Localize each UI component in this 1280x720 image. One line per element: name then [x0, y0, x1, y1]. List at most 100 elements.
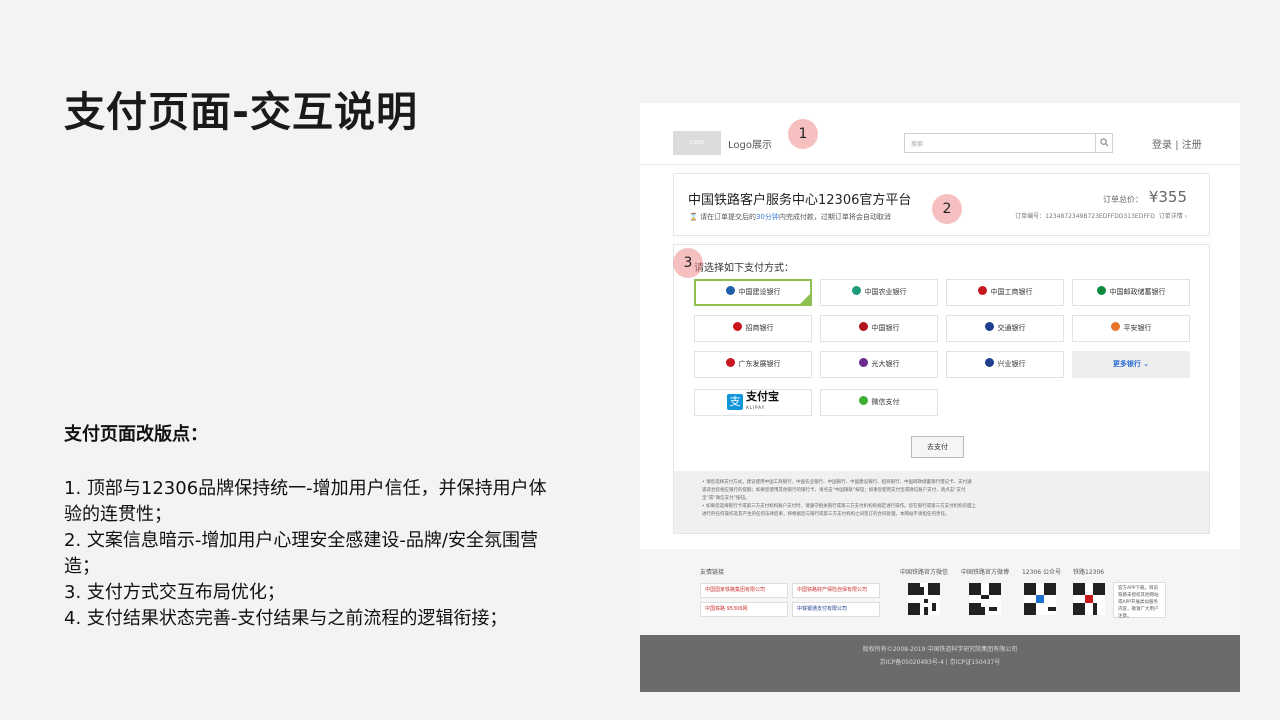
search-placeholder: 搜索	[911, 141, 924, 148]
annotation-badge-1: 1	[788, 119, 818, 149]
bank-option-ccb[interactable]: 中国建设银行	[694, 279, 812, 306]
bank-label: 交通银行	[997, 324, 1026, 332]
alipay-icon: 支	[727, 394, 743, 410]
order-title: 中国铁路客户服务中心12306官方平台	[688, 193, 912, 208]
note-item-3: 3. 支付方式交互布局优化；	[64, 582, 285, 603]
tip-before: 请在订单提交后的	[699, 213, 756, 221]
cgb-icon	[725, 358, 735, 367]
bank-option-pingan[interactable]: 平安银行	[1072, 315, 1190, 342]
order-number-text: 订单编号：1234872349B723EDFFDD313EDFFD	[1015, 213, 1155, 220]
bank-label: 兴业银行	[997, 360, 1026, 368]
qr-code-icon	[1024, 583, 1056, 615]
notice-line: 宝”或“微信支付”按钮。	[702, 496, 750, 501]
icp-line: 京ICP备05020493号-4 | 京ICP证150437号	[879, 659, 1001, 666]
boc-icon	[858, 322, 868, 331]
slide: 支付页面-交互说明 支付页面改版点： 1. 顶部与12306品牌保持统一-增加用…	[0, 0, 1280, 720]
alipay-sub: ALIPAY	[746, 405, 766, 410]
order-tip: ⌛ 请在订单提交后的30分钟内完成付款，过期订单将会自动取消	[689, 212, 891, 222]
order-number: 订单编号：1234872349B723EDFFDD313EDFFD 订单详情 ›	[1015, 211, 1187, 220]
logo-text: Logo展示	[728, 140, 772, 151]
site-footer: 版权所有©2008-2019 中国铁道科学研究院集团有限公司 京ICP备0502…	[640, 635, 1240, 692]
friend-link[interactable]: 中铁银通支付有限公司	[792, 602, 880, 617]
check-icon	[799, 293, 811, 305]
qr-label: 中国铁路官方微信	[900, 569, 949, 576]
qr-label: 铁路12306	[1073, 569, 1105, 576]
alipay-wordmark: 支付宝 ALIPAY	[746, 391, 779, 413]
more-banks-button[interactable]: 更多银行 ⌄	[1072, 351, 1190, 378]
bank-label: 中国银行	[871, 324, 900, 332]
bank-label: 招商银行	[745, 324, 774, 332]
icbc-icon	[977, 286, 987, 295]
friendly-links-area: 友情链接 中国国家铁路集团有限公司 中国铁路财产保险自保有限公司 中国铁路 95…	[640, 549, 1240, 635]
alipay-option[interactable]: 支支付宝 ALIPAY	[694, 389, 812, 416]
bank-option-boc[interactable]: 中国银行	[820, 315, 938, 342]
bank-label: 中国工商银行	[990, 288, 1033, 296]
payment-page-mockup: LOGO Logo展示 搜索 登录 | 注册 1 中国铁路客户服务中心12306…	[640, 103, 1240, 692]
tip-after: 内完成付款，过期订单将会自动取消	[778, 213, 891, 221]
copyright-line: 版权所有©2008-2019 中国铁道科学研究院集团有限公司	[862, 646, 1018, 653]
friend-link[interactable]: 中国铁路财产保险自保有限公司	[792, 583, 880, 598]
logo-placeholder[interactable]: LOGO	[673, 131, 721, 155]
bank-label: 中国邮政储蓄银行	[1109, 288, 1166, 296]
bank-label: 广东发展银行	[738, 360, 781, 368]
bank-option-cib[interactable]: 兴业银行	[946, 351, 1064, 378]
bank-option-icbc[interactable]: 中国工商银行	[946, 279, 1064, 306]
qr-label: 12306 公众号	[1022, 569, 1061, 576]
notes: 支付页面改版点： 1. 顶部与12306品牌保持统一-增加用户信任，并保持用户体…	[64, 420, 554, 632]
ccb-icon	[725, 286, 735, 295]
auth-separator: |	[1175, 140, 1179, 151]
notes-heading: 支付页面改版点：	[64, 424, 208, 445]
search-icon	[1100, 138, 1109, 147]
links-label: 友情链接	[700, 569, 725, 576]
bank-label: 中国农业银行	[864, 288, 907, 296]
notice-line: 进行的任何操作及其产生的任何法律后果，将根据您与银行或第三方支付机构之间签订的合…	[702, 512, 950, 517]
bank-option-cgb[interactable]: 广东发展银行	[694, 351, 812, 378]
payment-prompt: 请选择如下支付方式：	[694, 263, 794, 274]
annotation-badge-3: 3	[673, 248, 703, 278]
qr-code-icon	[1073, 583, 1105, 615]
bank-option-ceb[interactable]: 光大银行	[820, 351, 938, 378]
friend-link[interactable]: 中国国家铁路集团有限公司	[700, 583, 788, 598]
order-total-label: 订单总价：	[1103, 195, 1143, 204]
register-link[interactable]: 注册	[1182, 140, 1202, 151]
ceb-icon	[858, 358, 868, 367]
qr-code-icon	[908, 583, 940, 615]
search-input[interactable]: 搜索	[904, 133, 1113, 153]
notice-line: • 请您选择支付方式。建议使用中国工商银行、中国农业银行、中国银行、中国建设银行…	[702, 480, 972, 485]
slide-title: 支付页面-交互说明	[64, 88, 419, 136]
bank-label: 平安银行	[1123, 324, 1152, 332]
friend-link[interactable]: 中国铁路 95306网	[700, 602, 788, 617]
bocom-icon	[984, 322, 994, 331]
go-pay-button[interactable]: 去支付	[911, 436, 964, 458]
note-item-2: 2. 文案信息暗示-增加用户心理安全感建设-品牌/安全氛围营造；	[64, 530, 538, 577]
notice-line: 道适合您相应银行的提额；如果您使用其他银行的银行卡，请点击“中国银联”按钮；如果…	[702, 488, 966, 493]
annotation-badge-2: 2	[932, 194, 962, 224]
wechat-icon	[858, 396, 868, 405]
app-download-note: 官方APP下载，目前铁路未授权其他网站或APP开展类似服务内容，敬请广大用户注意…	[1113, 582, 1166, 619]
wechat-pay-option[interactable]: 微信支付	[820, 389, 938, 416]
bank-option-bocom[interactable]: 交通银行	[946, 315, 1064, 342]
order-detail-link[interactable]: 订单详情 ›	[1159, 213, 1187, 220]
cmb-icon	[732, 322, 742, 331]
qr-label: 中国铁路官方微博	[961, 569, 1010, 576]
note-item-4: 4. 支付结果状态完善-支付结果与之前流程的逻辑衔接；	[64, 608, 508, 629]
cib-icon	[984, 358, 994, 367]
payment-notice: • 请您选择支付方式。建议使用中国工商银行、中国农业银行、中国银行、中国建设银行…	[674, 471, 1209, 533]
tip-highlight: 30分钟	[755, 213, 779, 221]
site-header: LOGO Logo展示 搜索 登录 | 注册	[640, 103, 1240, 165]
login-link[interactable]: 登录	[1152, 140, 1172, 151]
order-total: ¥355	[1148, 188, 1187, 206]
psbc-icon	[1096, 286, 1106, 295]
qr-code-icon	[969, 583, 1001, 615]
auth-links: 登录 | 注册	[1152, 136, 1202, 151]
search-button[interactable]	[1095, 134, 1112, 152]
bank-option-abc[interactable]: 中国农业银行	[820, 279, 938, 306]
bank-option-psbc[interactable]: 中国邮政储蓄银行	[1072, 279, 1190, 306]
hourglass-icon: ⌛	[689, 213, 698, 221]
bank-label: 光大银行	[871, 360, 900, 368]
bank-option-cmb[interactable]: 招商银行	[694, 315, 812, 342]
payment-panel: 请选择如下支付方式： 中国建设银行 中国农业银行 中国工商银行 中国邮政储蓄银行…	[673, 244, 1210, 534]
note-item-1: 1. 顶部与12306品牌保持统一-增加用户信任，并保持用户体验的连贯性；	[64, 478, 547, 525]
pingan-icon	[1110, 322, 1120, 331]
bank-label: 中国建设银行	[738, 288, 781, 296]
